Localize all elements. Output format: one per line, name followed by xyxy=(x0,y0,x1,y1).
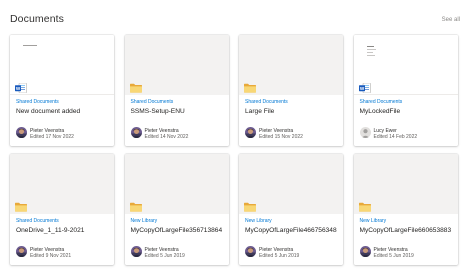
svg-text:W: W xyxy=(359,86,364,91)
document-thumbnail: W xyxy=(353,35,458,95)
section-title: Documents xyxy=(10,13,65,25)
card-edited-date: Edited 5 Jun 2019 xyxy=(259,253,300,259)
document-card[interactable]: W Shared Documents New document added Pi… xyxy=(10,35,114,146)
folder-icon xyxy=(244,83,256,93)
document-card[interactable]: New Library MyCopyOfLargeFile660653883 P… xyxy=(353,154,458,265)
folder-icon xyxy=(244,202,256,212)
document-thumbnail: W xyxy=(10,35,114,95)
card-file-name[interactable]: Large File xyxy=(245,108,339,115)
card-file-name[interactable]: OneDrive_1_11-9-2021 xyxy=(16,227,110,234)
avatar xyxy=(130,246,142,257)
document-card[interactable]: W Shared Documents MyLockedFile Lucy Ewe… xyxy=(353,35,458,146)
card-location[interactable]: Shared Documents xyxy=(245,99,288,105)
avatar xyxy=(16,246,27,257)
document-card[interactable]: Shared Documents Large File Pieter Veens… xyxy=(239,35,343,146)
avatar xyxy=(245,246,256,257)
section-header: Documents See all xyxy=(10,13,460,31)
card-author: Pieter Veenstra xyxy=(259,127,294,134)
card-location[interactable]: Shared Documents xyxy=(16,99,59,105)
card-edited-date: Edited 9 Nov 2021 xyxy=(30,253,72,259)
card-edited-date: Edited 14 Feb 2022 xyxy=(373,134,418,140)
card-author: Pieter Veenstra xyxy=(30,127,65,134)
card-edited-date: Edited 17 Nov 2022 xyxy=(30,134,74,140)
folder-icon xyxy=(358,202,371,212)
avatar xyxy=(16,127,27,138)
document-thumbnail xyxy=(239,154,343,214)
document-card[interactable]: New Library MyCopyOfLargeFile356713864 P… xyxy=(124,154,229,265)
document-thumbnail xyxy=(124,154,229,214)
document-card[interactable]: New Library MyCopyOfLargeFile466756348 P… xyxy=(239,154,343,265)
avatar xyxy=(359,246,371,257)
word-doc-icon: W xyxy=(358,83,371,93)
document-thumbnail xyxy=(239,35,343,95)
card-location[interactable]: Shared Documents xyxy=(131,99,174,105)
document-grid: W Shared Documents New document added Pi… xyxy=(10,35,460,265)
card-file-name[interactable]: SSMS-Setup-ENU xyxy=(131,108,225,115)
card-author: Pieter Veenstra xyxy=(144,246,179,253)
card-author: Pieter Veenstra xyxy=(144,127,179,134)
card-location[interactable]: New Library xyxy=(360,218,387,224)
card-author: Pieter Veenstra xyxy=(373,246,408,253)
card-edited-date: Edited 5 Jun 2019 xyxy=(144,253,185,259)
document-thumbnail xyxy=(353,154,458,214)
folder-icon xyxy=(129,202,142,212)
avatar xyxy=(130,127,142,138)
document-thumbnail xyxy=(10,154,114,214)
card-file-name[interactable]: MyCopyOfLargeFile356713864 xyxy=(131,227,225,234)
avatar-placeholder-icon xyxy=(359,127,371,138)
card-file-name[interactable]: MyCopyOfLargeFile466756348 xyxy=(245,227,339,234)
card-location[interactable]: Shared Documents xyxy=(16,218,59,224)
avatar xyxy=(245,127,256,138)
card-location[interactable]: New Library xyxy=(245,218,272,224)
folder-icon xyxy=(15,202,27,212)
card-location[interactable]: Shared Documents xyxy=(360,99,403,105)
card-edited-date: Edited 15 Nov 2022 xyxy=(259,134,303,140)
document-thumbnail xyxy=(124,35,229,95)
card-author: Pieter Veenstra xyxy=(30,246,65,253)
word-doc-icon: W xyxy=(15,83,27,93)
document-card[interactable]: Shared Documents OneDrive_1_11-9-2021 Pi… xyxy=(10,154,114,265)
card-file-name[interactable]: New document added xyxy=(16,108,110,115)
see-all-link[interactable]: See all xyxy=(442,17,460,23)
document-card[interactable]: Shared Documents SSMS-Setup-ENU Pieter V… xyxy=(124,35,229,146)
svg-text:W: W xyxy=(16,86,21,91)
card-location[interactable]: New Library xyxy=(131,218,158,224)
card-file-name[interactable]: MyLockedFile xyxy=(360,108,454,115)
card-edited-date: Edited 14 Nov 2022 xyxy=(144,134,189,140)
card-file-name[interactable]: MyCopyOfLargeFile660653883 xyxy=(360,227,454,234)
card-edited-date: Edited 5 Jun 2019 xyxy=(373,253,414,259)
folder-icon xyxy=(129,83,142,93)
card-author: Pieter Veenstra xyxy=(259,246,294,253)
card-author: Lucy Ewer xyxy=(373,127,397,134)
